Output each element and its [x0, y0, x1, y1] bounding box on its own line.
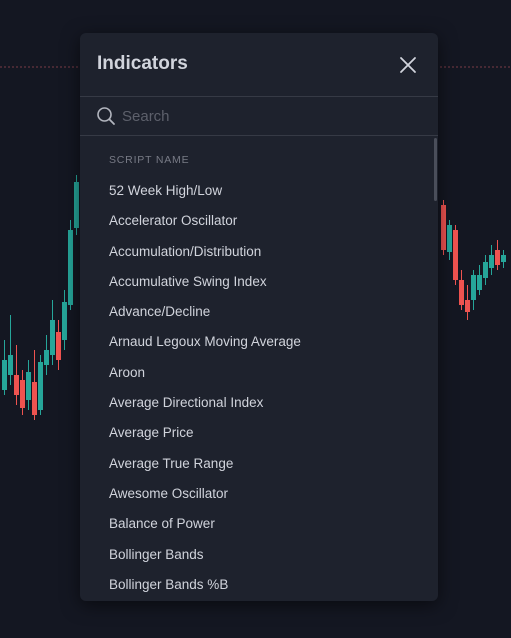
candle-body	[38, 362, 43, 410]
list-item[interactable]: Bollinger Bands %B	[80, 570, 432, 600]
candle-body	[68, 230, 73, 305]
candle-body	[477, 275, 482, 290]
candle-body	[447, 225, 452, 252]
list-item[interactable]: 52 Week High/Low	[80, 176, 432, 206]
search-icon	[97, 107, 115, 125]
dialog-title: Indicators	[97, 53, 188, 74]
search-row	[80, 97, 438, 136]
candle-body	[44, 350, 49, 365]
candle-body	[459, 280, 464, 305]
close-button[interactable]	[394, 51, 422, 79]
candle-body	[489, 255, 494, 268]
scrollbar-thumb[interactable]	[434, 138, 437, 201]
list-item[interactable]: Awesome Oscillator	[80, 479, 432, 509]
candle-body	[471, 275, 476, 300]
list-scrollbar[interactable]	[432, 136, 438, 601]
indicators-dialog: Indicators SCRIPT NAME 52 Week High/Low …	[80, 33, 438, 601]
candle-body	[2, 360, 7, 390]
candle-body	[74, 182, 79, 228]
candle-body	[56, 332, 61, 360]
dialog-header: Indicators	[80, 33, 438, 97]
list-item[interactable]: Aroon	[80, 358, 432, 388]
candle-body	[501, 255, 506, 262]
candle-body	[441, 205, 446, 250]
list-item[interactable]: Advance/Decline	[80, 297, 432, 327]
list-item[interactable]: Arnaud Legoux Moving Average	[80, 327, 432, 357]
candle-body	[14, 375, 19, 395]
list-item[interactable]: Accumulation/Distribution	[80, 237, 432, 267]
candle-body	[32, 382, 37, 415]
candle-body	[465, 300, 470, 312]
close-icon	[400, 57, 416, 73]
candle-body	[62, 302, 67, 340]
list-item[interactable]: Accelerator Oscillator	[80, 206, 432, 236]
indicator-list[interactable]: SCRIPT NAME 52 Week High/Low Accelerator…	[80, 136, 438, 601]
candle-body	[453, 230, 458, 280]
list-item[interactable]: Average Price	[80, 418, 432, 448]
list-item[interactable]: Bollinger Bands	[80, 540, 432, 570]
list-item[interactable]: Accumulative Swing Index	[80, 267, 432, 297]
candle-body	[50, 320, 55, 355]
search-input[interactable]	[122, 103, 412, 129]
candle-body	[8, 355, 13, 375]
list-item[interactable]: Average Directional Index	[80, 388, 432, 418]
list-item[interactable]: Average True Range	[80, 449, 432, 479]
indicator-items: 52 Week High/Low Accelerator Oscillator …	[80, 176, 432, 600]
candle-body	[20, 380, 25, 408]
column-header-script-name: SCRIPT NAME	[109, 154, 190, 166]
candle-body	[483, 262, 488, 278]
candle-body	[26, 372, 31, 400]
list-item[interactable]: Balance of Power	[80, 509, 432, 539]
candle-body	[495, 250, 500, 265]
